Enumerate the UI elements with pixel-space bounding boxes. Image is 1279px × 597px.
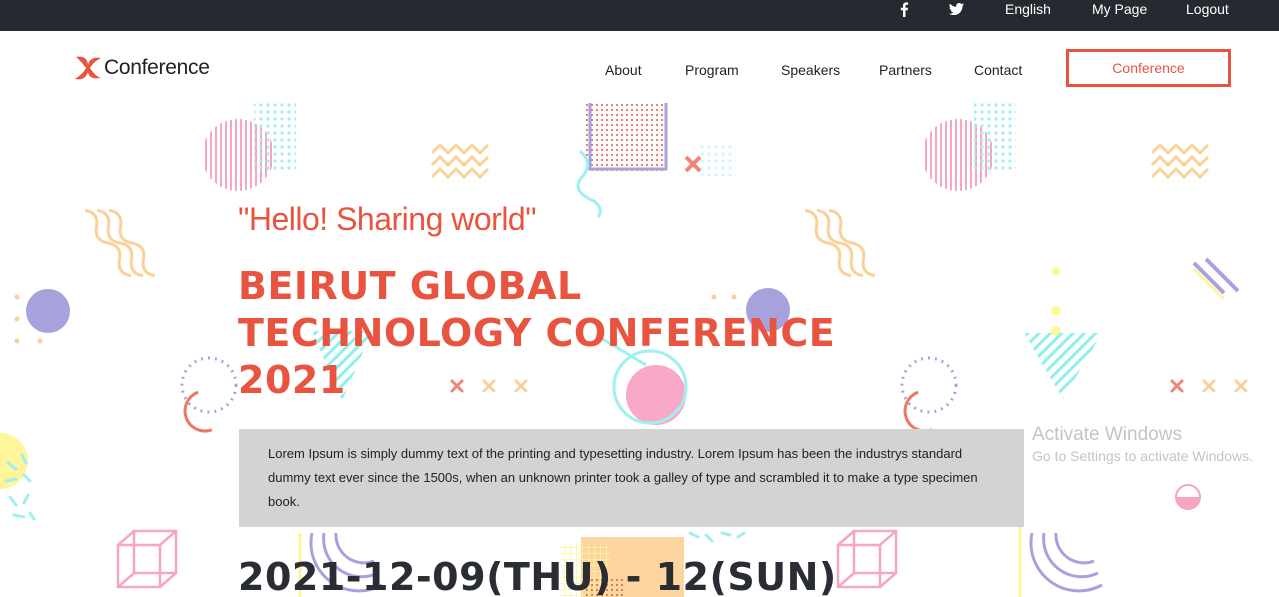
description-box: Lorem Ipsum is simply dummy text of the …	[239, 429, 1024, 527]
activate-windows-title: Activate Windows	[1032, 424, 1182, 445]
nav-about[interactable]: About	[605, 62, 642, 78]
main-header: Conference About Program Speakers Partne…	[0, 31, 1279, 103]
nav-partners[interactable]: Partners	[879, 62, 932, 78]
nav-program[interactable]: Program	[685, 62, 739, 78]
language-link[interactable]: English	[1005, 0, 1051, 31]
facebook-icon[interactable]	[899, 2, 909, 33]
site-logo[interactable]: Conference	[73, 53, 210, 83]
conference-button[interactable]: Conference	[1066, 49, 1231, 87]
nav-speakers[interactable]: Speakers	[781, 62, 840, 78]
top-bar: English My Page Logout	[0, 0, 1279, 31]
hero-title: BEIRUT GLOBAL TECHNOLOGY CONFERENCE 2021	[238, 263, 878, 404]
logout-link[interactable]: Logout	[1186, 0, 1229, 31]
hero-title-line-1: BEIRUT GLOBAL	[238, 264, 582, 308]
twitter-icon[interactable]	[949, 3, 964, 34]
activate-windows-subtitle: Go to Settings to activate Windows.	[1032, 448, 1253, 464]
hero-description: Lorem Ipsum is simply dummy text of the …	[268, 446, 978, 509]
hero-tagline: "Hello! Sharing world"	[238, 201, 537, 237]
logo-x-icon	[75, 56, 101, 80]
hero-section: "Hello! Sharing world" BEIRUT GLOBAL TEC…	[0, 103, 1279, 597]
hero-title-line-3: 2021	[238, 358, 346, 402]
event-date: 2021-12-09(THU) - 12(SUN)	[238, 555, 837, 597]
my-page-link[interactable]: My Page	[1092, 0, 1147, 31]
logo-text: Conference	[104, 56, 210, 79]
hero-title-line-2: TECHNOLOGY CONFERENCE	[238, 311, 836, 355]
nav-contact[interactable]: Contact	[974, 62, 1022, 78]
